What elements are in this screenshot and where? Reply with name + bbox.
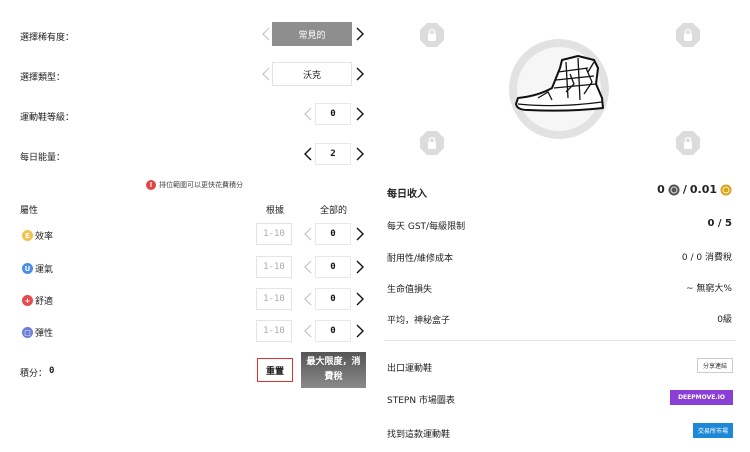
type-prev-chevron-icon[interactable] (260, 64, 272, 84)
points-label: 積分： (20, 369, 48, 379)
bottom-right-socket-lock-icon[interactable] (675, 130, 701, 156)
market-chart-label: STEPN 市場圖表 (387, 396, 455, 406)
export-sneaker-label: 出口運動鞋 (387, 364, 433, 374)
energy-label: 每日能量： (20, 153, 66, 163)
durability-value: 0 / 0 消費稅 (681, 253, 732, 263)
attribute-total-value[interactable]: 0 (315, 320, 351, 342)
mystery-box-value: 0級 (717, 315, 732, 325)
warning-text: 排位範圍可以更快花費積分 (159, 181, 243, 189)
max-tax-button-line-2: 費稅 (324, 372, 343, 382)
income-separator: / (682, 183, 687, 196)
find-sneaker-label: 找到這款運動鞋 (387, 430, 451, 440)
attribute-name: 運氣 (35, 265, 54, 275)
marketplace-button[interactable]: 交易所市場 (693, 423, 733, 438)
max-tax-button[interactable]: 最大限度，消 費稅 (301, 352, 366, 388)
gst-limit-value: 0 / 5 (707, 218, 732, 229)
attribute-decrease-chevron-icon[interactable] (302, 289, 314, 309)
points-value: 0 (49, 366, 55, 376)
sneaker-image (509, 39, 609, 139)
energy-increase-chevron-icon[interactable] (354, 144, 366, 164)
total-column-header: 全部的 (320, 206, 348, 216)
mystery-box-label: 平均，神秘盒子 (387, 316, 451, 326)
attribute-base-input[interactable]: 1-10 (256, 320, 292, 342)
energy-decrease-chevron-icon[interactable] (302, 144, 314, 164)
section-divider (384, 340, 736, 341)
gmt-amount: 0.01 (689, 183, 717, 196)
attribute-increase-chevron-icon[interactable] (354, 289, 366, 309)
top-left-socket-lock-icon[interactable] (419, 22, 445, 48)
attribute-increase-chevron-icon[interactable] (354, 257, 366, 277)
attribute-increase-chevron-icon[interactable] (354, 224, 366, 244)
gst-limit-label: 每天 GST/每級限制 (387, 222, 466, 232)
reset-button[interactable]: 重置 (257, 358, 293, 382)
level-decrease-chevron-icon[interactable] (302, 104, 314, 124)
level-value[interactable]: 0 (315, 103, 351, 125)
deepmove-button[interactable]: DEEPMOVE.IO (670, 390, 733, 405)
type-select[interactable]: 沃克 (272, 62, 352, 86)
rarity-prev-chevron-icon[interactable] (260, 24, 272, 44)
comfort-icon: + (22, 295, 33, 306)
resilience-icon: □ (22, 327, 33, 338)
attribute-decrease-chevron-icon[interactable] (302, 224, 314, 244)
base-column-header: 根據 (266, 206, 285, 216)
gst-token-icon (668, 184, 680, 195)
attribute-name: 彈性 (35, 329, 54, 339)
energy-value[interactable]: 2 (315, 143, 351, 165)
hp-loss-value: ~ 無窮大% (686, 284, 732, 294)
rarity-label: 選擇稀有度： (20, 33, 75, 43)
share-link-button[interactable]: 分享連結 (697, 358, 733, 373)
efficiency-icon: E (22, 230, 33, 241)
daily-income-label: 每日收入 (387, 189, 427, 200)
attribute-increase-chevron-icon[interactable] (354, 321, 366, 341)
durability-label: 耐用性/維修成本 (387, 254, 454, 264)
hp-loss-label: 生命值損失 (387, 285, 433, 295)
type-label: 選擇類型： (20, 73, 66, 83)
attribute-total-value[interactable]: 0 (315, 256, 351, 278)
gst-amount: 0 (657, 183, 665, 196)
rarity-select[interactable]: 常見的 (272, 22, 352, 46)
daily-income-value: 0 / 0.01 (657, 183, 732, 196)
attribute-decrease-chevron-icon[interactable] (302, 321, 314, 341)
attribute-base-input[interactable]: 1-10 (256, 223, 292, 245)
attribute-name: 舒適 (35, 297, 54, 307)
attribute-base-input[interactable]: 1-10 (256, 288, 292, 310)
attributes-header: 屬性 (20, 206, 39, 216)
level-label: 運動鞋等級： (20, 113, 75, 123)
bottom-left-socket-lock-icon[interactable] (419, 130, 445, 156)
attribute-total-value[interactable]: 0 (315, 288, 351, 310)
type-next-chevron-icon[interactable] (354, 64, 366, 84)
attribute-base-input[interactable]: 1-10 (256, 256, 292, 278)
level-increase-chevron-icon[interactable] (354, 104, 366, 124)
warning-icon: ! (146, 180, 156, 190)
top-right-socket-lock-icon[interactable] (675, 22, 701, 48)
luck-icon: U (22, 263, 33, 274)
warning-note: ! 排位範圍可以更快花費積分 (146, 180, 243, 190)
attribute-total-value[interactable]: 0 (315, 223, 351, 245)
gmt-token-icon (720, 184, 732, 195)
rarity-next-chevron-icon[interactable] (354, 24, 366, 44)
points-readout: 積分： 0 (20, 366, 54, 379)
max-tax-button-line-1: 最大限度，消 (306, 357, 361, 367)
attribute-decrease-chevron-icon[interactable] (302, 257, 314, 277)
attribute-name: 效率 (35, 232, 54, 242)
